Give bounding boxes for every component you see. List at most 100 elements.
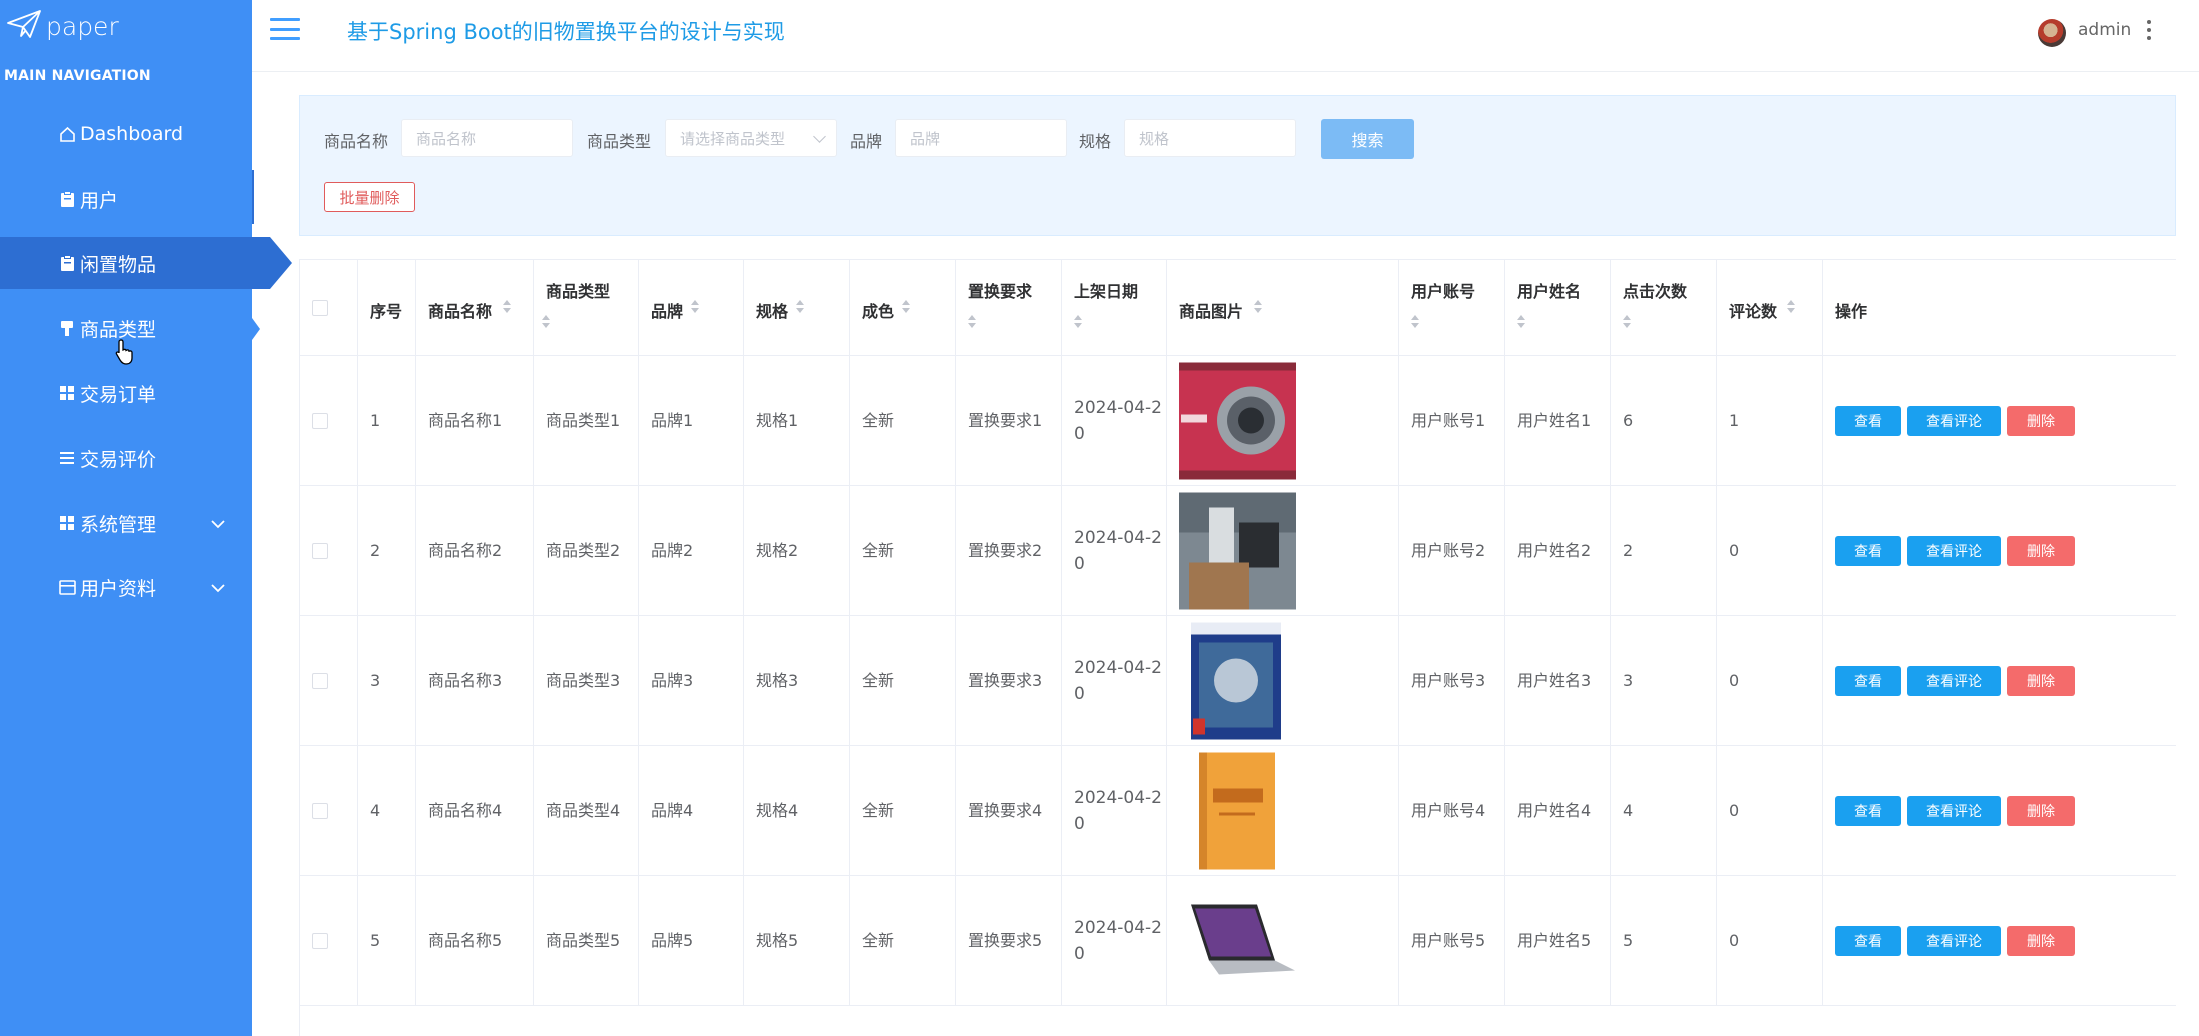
column-header[interactable]: 规格 — [744, 260, 850, 356]
table-cell-index: 4 — [358, 746, 416, 876]
sidebar-item-reviews[interactable]: 交易评价 — [0, 432, 252, 484]
search-button[interactable]: 搜索 — [1321, 119, 1414, 159]
sidebar-item-users[interactable]: 用户 — [0, 173, 252, 225]
logo[interactable]: paper — [6, 6, 119, 46]
sort-icon[interactable] — [796, 300, 804, 314]
delete-button[interactable]: 删除 — [2007, 925, 2075, 956]
view-button[interactable]: 查看 — [1835, 925, 1901, 956]
table-cell-type: 商品类型5 — [534, 876, 639, 1006]
sort-icon[interactable] — [968, 315, 976, 329]
mouse-cursor-icon — [114, 338, 136, 370]
cell-text: 4 — [370, 800, 381, 820]
delete-button[interactable]: 删除 — [2007, 405, 2075, 436]
view-button[interactable]: 查看 — [1835, 665, 1901, 696]
column-header[interactable]: 置换要求 — [956, 260, 1062, 356]
delete-button[interactable]: 删除 — [2007, 795, 2075, 826]
avatar[interactable] — [2038, 19, 2066, 47]
row-checkbox[interactable] — [312, 932, 328, 949]
more-vertical-icon[interactable] — [2146, 20, 2152, 40]
column-header[interactable]: 点击次数 — [1611, 260, 1717, 356]
column-header[interactable]: 商品类型 — [534, 260, 639, 356]
hamburger-menu-icon[interactable] — [270, 18, 300, 40]
sidebar-item-dashboard[interactable]: Dashboard — [0, 108, 252, 160]
table-cell-brand: 品牌3 — [639, 616, 744, 746]
table-cell-account: 用户账号1 — [1399, 356, 1505, 486]
column-header[interactable]: 用户姓名 — [1505, 260, 1611, 356]
sidebar-item-profile[interactable]: 用户资料 — [0, 561, 252, 613]
product-image[interactable] — [1179, 752, 1296, 869]
sort-icon[interactable] — [902, 300, 910, 314]
brand-input[interactable]: 品牌 — [895, 119, 1067, 157]
sort-icon[interactable] — [1411, 315, 1419, 329]
table-cell-brand: 品牌2 — [639, 486, 744, 616]
column-header[interactable]: 品牌 — [639, 260, 744, 356]
chevron-down-icon — [813, 130, 826, 143]
cell-text: 2024-04-2 0 — [1074, 917, 1162, 964]
select-all-checkbox[interactable] — [312, 299, 328, 316]
sort-icon[interactable] — [1254, 300, 1262, 314]
sidebar-item-label: Dashboard — [80, 123, 184, 145]
cell-text: 4 — [1623, 800, 1634, 820]
column-header[interactable]: 成色 — [850, 260, 956, 356]
product-image[interactable] — [1179, 622, 1296, 739]
sidebar-item-idle-goods[interactable]: 闲置物品 — [0, 237, 292, 289]
batch-delete-button[interactable]: 批量删除 — [324, 182, 415, 212]
table-cell-username: 用户姓名1 — [1505, 356, 1611, 486]
view-comments-button[interactable]: 查看评论 — [1907, 925, 2001, 956]
sort-icon[interactable] — [1074, 315, 1082, 329]
view-comments-button[interactable]: 查看评论 — [1907, 665, 2001, 696]
hover-marker — [252, 318, 260, 340]
sort-icon[interactable] — [1623, 315, 1631, 329]
delete-button[interactable]: 删除 — [2007, 535, 2075, 566]
product-image[interactable] — [1179, 362, 1296, 479]
sort-icon[interactable] — [542, 315, 550, 329]
table-cell-condition: 全新 — [850, 356, 956, 486]
column-header[interactable]: 商品图片 — [1167, 260, 1399, 356]
sort-icon[interactable] — [1517, 315, 1525, 329]
product-image[interactable] — [1179, 492, 1296, 609]
column-header[interactable]: 商品名称 — [416, 260, 534, 356]
product-name-input[interactable]: 商品名称 — [401, 119, 573, 157]
cell-text: 用户姓名4 — [1517, 800, 1592, 820]
view-button[interactable]: 查看 — [1835, 405, 1901, 436]
cell-text: 全新 — [862, 540, 895, 560]
cell-text: 用户姓名2 — [1517, 540, 1592, 560]
view-comments-button[interactable]: 查看评论 — [1907, 795, 2001, 826]
cell-text: 规格3 — [756, 670, 799, 690]
sort-icon[interactable] — [503, 300, 511, 314]
table-cell-name: 商品名称5 — [416, 876, 534, 1006]
table-cell-username: 用户姓名5 — [1505, 876, 1611, 1006]
view-comments-button[interactable]: 查看评论 — [1907, 405, 2001, 436]
view-button[interactable]: 查看 — [1835, 795, 1901, 826]
view-comments-button[interactable]: 查看评论 — [1907, 535, 2001, 566]
sidebar-item-orders[interactable]: 交易订单 — [0, 367, 252, 419]
spec-input[interactable]: 规格 — [1124, 119, 1296, 157]
cell-text: 全新 — [862, 930, 895, 950]
row-checkbox[interactable] — [312, 542, 328, 559]
sort-icon[interactable] — [1787, 300, 1795, 314]
spec-label: 规格 — [1079, 132, 1112, 151]
row-checkbox[interactable] — [312, 802, 328, 819]
user-name[interactable]: admin — [2078, 20, 2131, 40]
sort-icon[interactable] — [691, 300, 699, 314]
column-header[interactable]: 上架日期 — [1062, 260, 1167, 356]
cell-text: 用户账号2 — [1411, 540, 1486, 560]
product-image[interactable] — [1179, 882, 1296, 999]
table-cell-date: 2024-04-2 0 — [1062, 746, 1167, 876]
row-select-cell — [300, 746, 358, 876]
row-checkbox[interactable] — [312, 412, 328, 429]
sidebar-item-system[interactable]: 系统管理 — [0, 497, 252, 549]
column-header[interactable]: 评论数 — [1717, 260, 1823, 356]
view-button[interactable]: 查看 — [1835, 535, 1901, 566]
table-cell-spec: 规格3 — [744, 616, 850, 746]
row-checkbox[interactable] — [312, 672, 328, 689]
product-image-cell — [1167, 356, 1399, 486]
table-cell-brand: 品牌1 — [639, 356, 744, 486]
sidebar-item-label: 交易订单 — [80, 383, 157, 406]
clipboard-icon — [58, 254, 76, 272]
column-header[interactable]: 用户账号 — [1399, 260, 1505, 356]
delete-button[interactable]: 删除 — [2007, 665, 2075, 696]
product-type-select[interactable]: 请选择商品类型 — [665, 119, 837, 157]
type-label: 商品类型 — [587, 132, 652, 151]
cell-text: 品牌1 — [651, 410, 694, 430]
